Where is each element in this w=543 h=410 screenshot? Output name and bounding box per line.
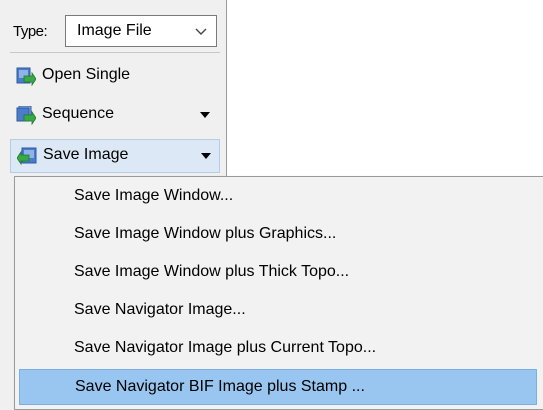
type-select[interactable]: Image File (65, 15, 217, 47)
menu-item-save-navigator-bif-image-stamp[interactable]: Save Navigator BIF Image plus Stamp ... (19, 369, 537, 405)
type-select-value: Image File (77, 22, 152, 39)
sequence-label: Sequence (42, 105, 115, 122)
sequence-button[interactable]: Sequence (10, 99, 220, 131)
menu-item-label: Save Navigator Image... (74, 301, 246, 318)
panel-divider (226, 0, 227, 176)
menu-item-label: Save Image Window... (74, 187, 234, 204)
save-image-dropdown-arrow-icon[interactable] (201, 153, 211, 159)
save-image-label: Save Image (43, 146, 129, 163)
menu-item-label: Save Image Window plus Thick Topo... (74, 263, 350, 280)
menu-item-label: Save Image Window plus Graphics... (74, 225, 337, 242)
menu-item-label: Save Navigator Image plus Current Topo..… (74, 339, 377, 356)
sequence-dropdown-arrow-icon[interactable] (200, 112, 210, 118)
open-single-icon (16, 67, 36, 87)
save-image-button[interactable]: Save Image (10, 139, 220, 173)
open-single-button[interactable]: Open Single (10, 60, 160, 92)
open-single-label: Open Single (42, 66, 131, 83)
type-row: Type: Image File (0, 0, 226, 52)
type-label: Type: (13, 23, 48, 40)
menu-item-save-navigator-image[interactable]: Save Navigator Image... (19, 293, 537, 329)
sequence-icon (16, 106, 36, 126)
chevron-down-icon (195, 28, 207, 35)
menu-item-save-image-window-graphics[interactable]: Save Image Window plus Graphics... (19, 217, 537, 253)
menu-item-label: Save Navigator BIF Image plus Stamp ... (75, 378, 365, 395)
menu-item-save-image-window-thick-topo[interactable]: Save Image Window plus Thick Topo... (19, 255, 537, 291)
save-image-menu: Save Image Window... Save Image Window p… (14, 176, 543, 410)
menu-item-save-image-window[interactable]: Save Image Window... (19, 179, 537, 215)
screen: Type: Image File Open Single Sequence Sa… (0, 0, 543, 410)
save-image-icon (17, 147, 37, 166)
panel-separator (10, 52, 220, 53)
menu-item-save-navigator-image-current-topo[interactable]: Save Navigator Image plus Current Topo..… (19, 331, 537, 367)
